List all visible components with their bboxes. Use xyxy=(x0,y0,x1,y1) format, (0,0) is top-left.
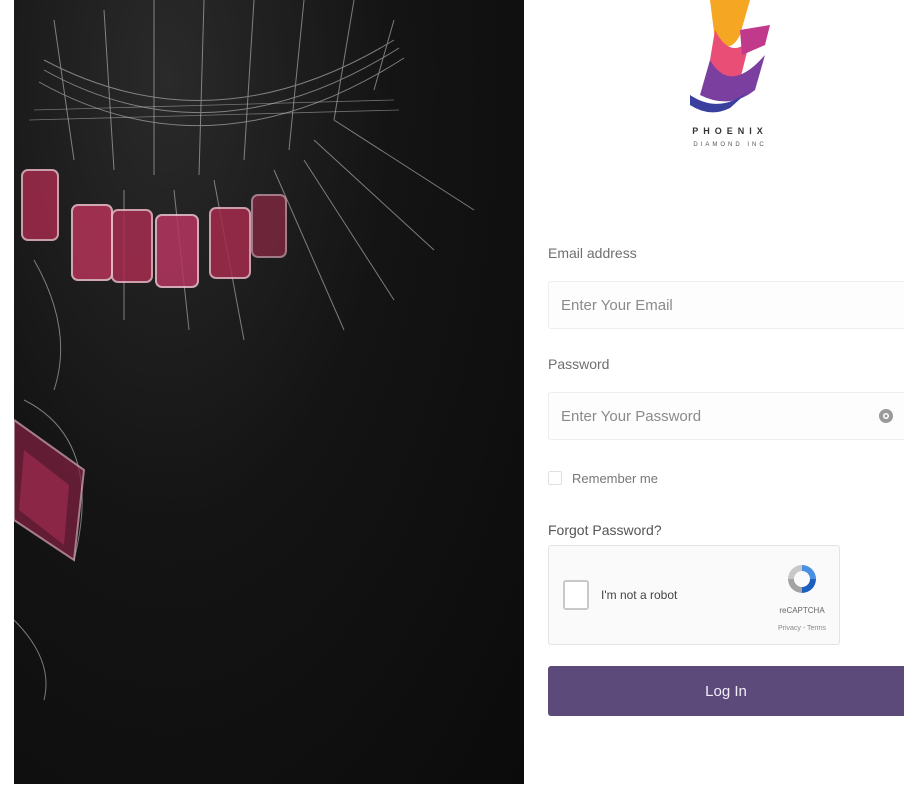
brand-logo xyxy=(690,0,770,113)
email-field-wrapper xyxy=(548,281,904,329)
brand-name: PHOENIX xyxy=(692,126,768,136)
password-field-wrapper xyxy=(548,392,904,440)
login-button[interactable]: Log In xyxy=(548,666,904,716)
remember-me-box[interactable] xyxy=(548,471,562,485)
recaptcha-label: I'm not a robot xyxy=(601,588,678,602)
hero-jewelry-sketch-image xyxy=(14,0,524,784)
recaptcha-checkbox[interactable] xyxy=(563,580,589,610)
brand-subtitle: DIAMOND INC xyxy=(693,142,767,148)
page-margin xyxy=(0,0,14,788)
remember-me-checkbox[interactable]: Remember me xyxy=(548,468,658,488)
remember-me-label: Remember me xyxy=(572,470,658,486)
recaptcha-widget: I'm not a robot reCAPTCHA Privacy - Term… xyxy=(548,545,840,645)
email-field[interactable] xyxy=(549,282,861,328)
eye-icon[interactable] xyxy=(878,408,894,424)
recaptcha-icon xyxy=(788,565,816,593)
recaptcha-terms-link[interactable]: Privacy - Terms xyxy=(769,625,835,632)
password-field[interactable] xyxy=(549,393,861,439)
forgot-password-link[interactable]: Forgot Password? xyxy=(548,522,662,538)
recaptcha-brand: reCAPTCHA xyxy=(779,606,825,615)
email-label: Email address xyxy=(548,245,637,261)
password-label: Password xyxy=(548,356,610,372)
